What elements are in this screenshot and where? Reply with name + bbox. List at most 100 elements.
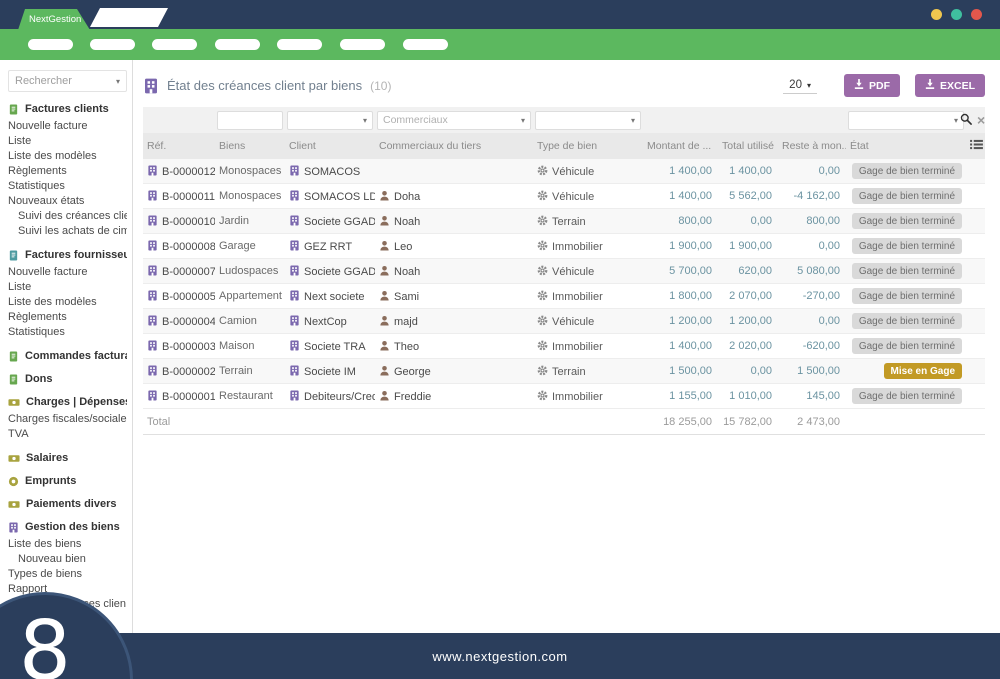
cell-ref[interactable]: B-0000002 — [143, 358, 215, 384]
page-size-select[interactable]: 20 ▾ — [783, 77, 817, 94]
table-row[interactable]: B-0000011 Monospaces SOMACOS LD Doha Véhicul… — [143, 183, 985, 209]
sidebar-item[interactable]: Liste des modèles — [8, 294, 127, 309]
brand-tab[interactable]: NextGestion — [18, 9, 90, 30]
yellow-dot[interactable] — [931, 9, 942, 20]
sidebar-item[interactable]: Nouveau bien — [8, 551, 127, 566]
sidebar-item[interactable]: Charges fiscales/sociales — [8, 411, 127, 426]
sidebar-search-input[interactable]: Rechercher ▾ — [8, 70, 127, 92]
sidebar-item[interactable]: Suivi les achats de cim... — [8, 223, 127, 238]
cell-total-utilise: 1 010,00 — [718, 383, 778, 409]
table-row[interactable]: B-0000010 Jardin Societe GGAD Noah Terrain 80… — [143, 208, 985, 234]
sidebar-item[interactable]: Liste — [8, 279, 127, 294]
menu-item-6[interactable] — [340, 39, 385, 50]
cell-ref[interactable]: B-0000001 — [143, 383, 215, 409]
sidebar-item[interactable]: Liste des modèles — [8, 148, 127, 163]
cell-type: Terrain — [533, 358, 643, 384]
col-ref[interactable]: Réf. — [143, 133, 215, 159]
cell-client: SOMACOS LD — [285, 183, 375, 209]
sidebar-item[interactable]: Règlements — [8, 163, 127, 178]
cell-ref[interactable]: B-0000010 — [143, 208, 215, 234]
cell-ref[interactable]: B-0000005 — [143, 283, 215, 309]
filter-commerciaux-select[interactable]: Commerciaux ▾ — [377, 110, 531, 130]
sidebar-section-header[interactable]: Gestion des biens — [8, 521, 127, 533]
menu-item-2[interactable] — [90, 39, 135, 50]
sidebar-item[interactable]: Statistiques — [8, 324, 127, 339]
sidebar-item[interactable]: Nouveaux états — [8, 193, 127, 208]
sidebar-section-header[interactable]: Paiements divers — [8, 498, 127, 510]
gear-icon — [537, 390, 548, 401]
red-dot[interactable] — [971, 9, 982, 20]
window-controls — [931, 9, 982, 20]
building-icon — [143, 78, 159, 94]
table-row[interactable]: B-0000004 Camion NextCop majd Véhicule 1 200,… — [143, 308, 985, 334]
sidebar-item[interactable]: Types de biens — [8, 566, 127, 581]
filter-type-select[interactable]: ▾ — [535, 110, 641, 130]
cell-ref[interactable]: B-0000003 — [143, 333, 215, 359]
sidebar-section-header[interactable]: Commandes factura... — [8, 350, 127, 362]
col-montant[interactable]: Montant de ... — [643, 133, 718, 159]
export-excel-button[interactable]: EXCEL — [914, 74, 985, 97]
search-icon[interactable] — [960, 113, 972, 128]
filter-client-select[interactable]: ▾ — [287, 110, 373, 130]
menu-item-3[interactable] — [152, 39, 197, 50]
col-commerciaux[interactable]: Commerciaux du tiers — [375, 133, 533, 159]
blank-tab[interactable] — [90, 8, 168, 27]
teal-dot[interactable] — [951, 9, 962, 20]
sidebar-item[interactable]: Suivi des créances client — [8, 208, 127, 223]
cell-commercial: Noah — [375, 208, 533, 234]
table-row[interactable]: B-0000003 Maison Societe TRA Theo Immobilier… — [143, 333, 985, 359]
sidebar-section-header[interactable]: Factures clients — [8, 103, 127, 115]
table-row[interactable]: B-0000001RestaurantDebiteurs/CrediteurFr… — [143, 383, 985, 409]
menu-item-4[interactable] — [215, 39, 260, 50]
close-icon[interactable]: × — [977, 113, 985, 127]
sidebar-item[interactable]: Liste des biens — [8, 536, 127, 551]
col-biens[interactable]: Biens — [215, 133, 285, 159]
cell-ref[interactable]: B-0000012 — [143, 159, 215, 184]
app-window: NextGestion Rechercher ▾ Factures client… — [0, 0, 1000, 679]
col-etat[interactable]: État — [846, 133, 966, 159]
chevron-down-icon: ▾ — [115, 76, 120, 86]
cell-ref[interactable]: B-0000004 — [143, 308, 215, 334]
sidebar-section-header[interactable]: Salaires — [8, 452, 127, 464]
sidebar-section-header[interactable]: Factures fournisseur — [8, 249, 127, 261]
filter-biens-input[interactable] — [217, 110, 283, 130]
export-pdf-button[interactable]: PDF — [843, 74, 900, 97]
footer-bar: www.nextgestion.com — [0, 633, 1000, 679]
sidebar-item[interactable]: Règlements — [8, 309, 127, 324]
cell-etat: Gage de bien terminé — [846, 258, 966, 284]
menu-item-5[interactable] — [277, 39, 322, 50]
sidebar-item[interactable]: Statistiques — [8, 178, 127, 193]
menu-item-1[interactable] — [28, 39, 73, 50]
sidebar-section-label: Gestion des biens — [25, 521, 120, 533]
cell-bien: Garage — [215, 233, 285, 259]
sidebar-section-header[interactable]: Dons — [8, 373, 127, 385]
table-row[interactable]: B-0000002 Terrain Societe IM George Terrain 1… — [143, 358, 985, 384]
filter-etat-select[interactable]: ▾ — [848, 110, 964, 130]
menu-item-7[interactable] — [403, 39, 448, 50]
building-icon — [8, 521, 19, 533]
col-total-utilise[interactable]: Total utilisé — [718, 133, 778, 159]
col-client[interactable]: Client — [285, 133, 375, 159]
cell-total-utilise: 1 900,00 — [718, 233, 778, 259]
cell-ref[interactable]: B-0000008 — [143, 233, 215, 259]
list-view-icon[interactable] — [970, 139, 983, 153]
sidebar-item[interactable]: Nouvelle facture — [8, 264, 127, 279]
cell-commercial: Theo — [375, 333, 533, 359]
cell-total-utilise: 2 070,00 — [718, 283, 778, 309]
col-type[interactable]: Type de bien — [533, 133, 643, 159]
sidebar-item[interactable]: Nouvelle facture — [8, 118, 127, 133]
col-reste[interactable]: Reste à mon... — [778, 133, 846, 159]
cell-commercial — [375, 159, 533, 184]
sidebar-section-header[interactable]: Emprunts — [8, 475, 127, 487]
sidebar-section-header[interactable]: Charges | Dépenses... — [8, 396, 127, 408]
sidebar-item[interactable]: Liste — [8, 133, 127, 148]
table-row[interactable]: B-0000007 Ludospaces Societe GGAD Noah Véhic… — [143, 258, 985, 284]
cell-ref[interactable]: B-0000011 — [143, 183, 215, 209]
table-row[interactable]: B-0000012 Monospaces SOMACOS Véhicule 1 400,… — [143, 159, 985, 184]
cell-ref[interactable]: B-0000007 — [143, 258, 215, 284]
sidebar-section: Factures clients Nouvelle facture Liste Lis… — [8, 103, 127, 238]
cell-client: Societe TRA — [285, 333, 375, 359]
table-row[interactable]: B-0000005 Appartement Next societe Sami Immo… — [143, 283, 985, 309]
sidebar-item[interactable]: TVA — [8, 426, 127, 441]
table-row[interactable]: B-0000008 Garage GEZ RRT Leo Immobilier 1 900… — [143, 233, 985, 259]
